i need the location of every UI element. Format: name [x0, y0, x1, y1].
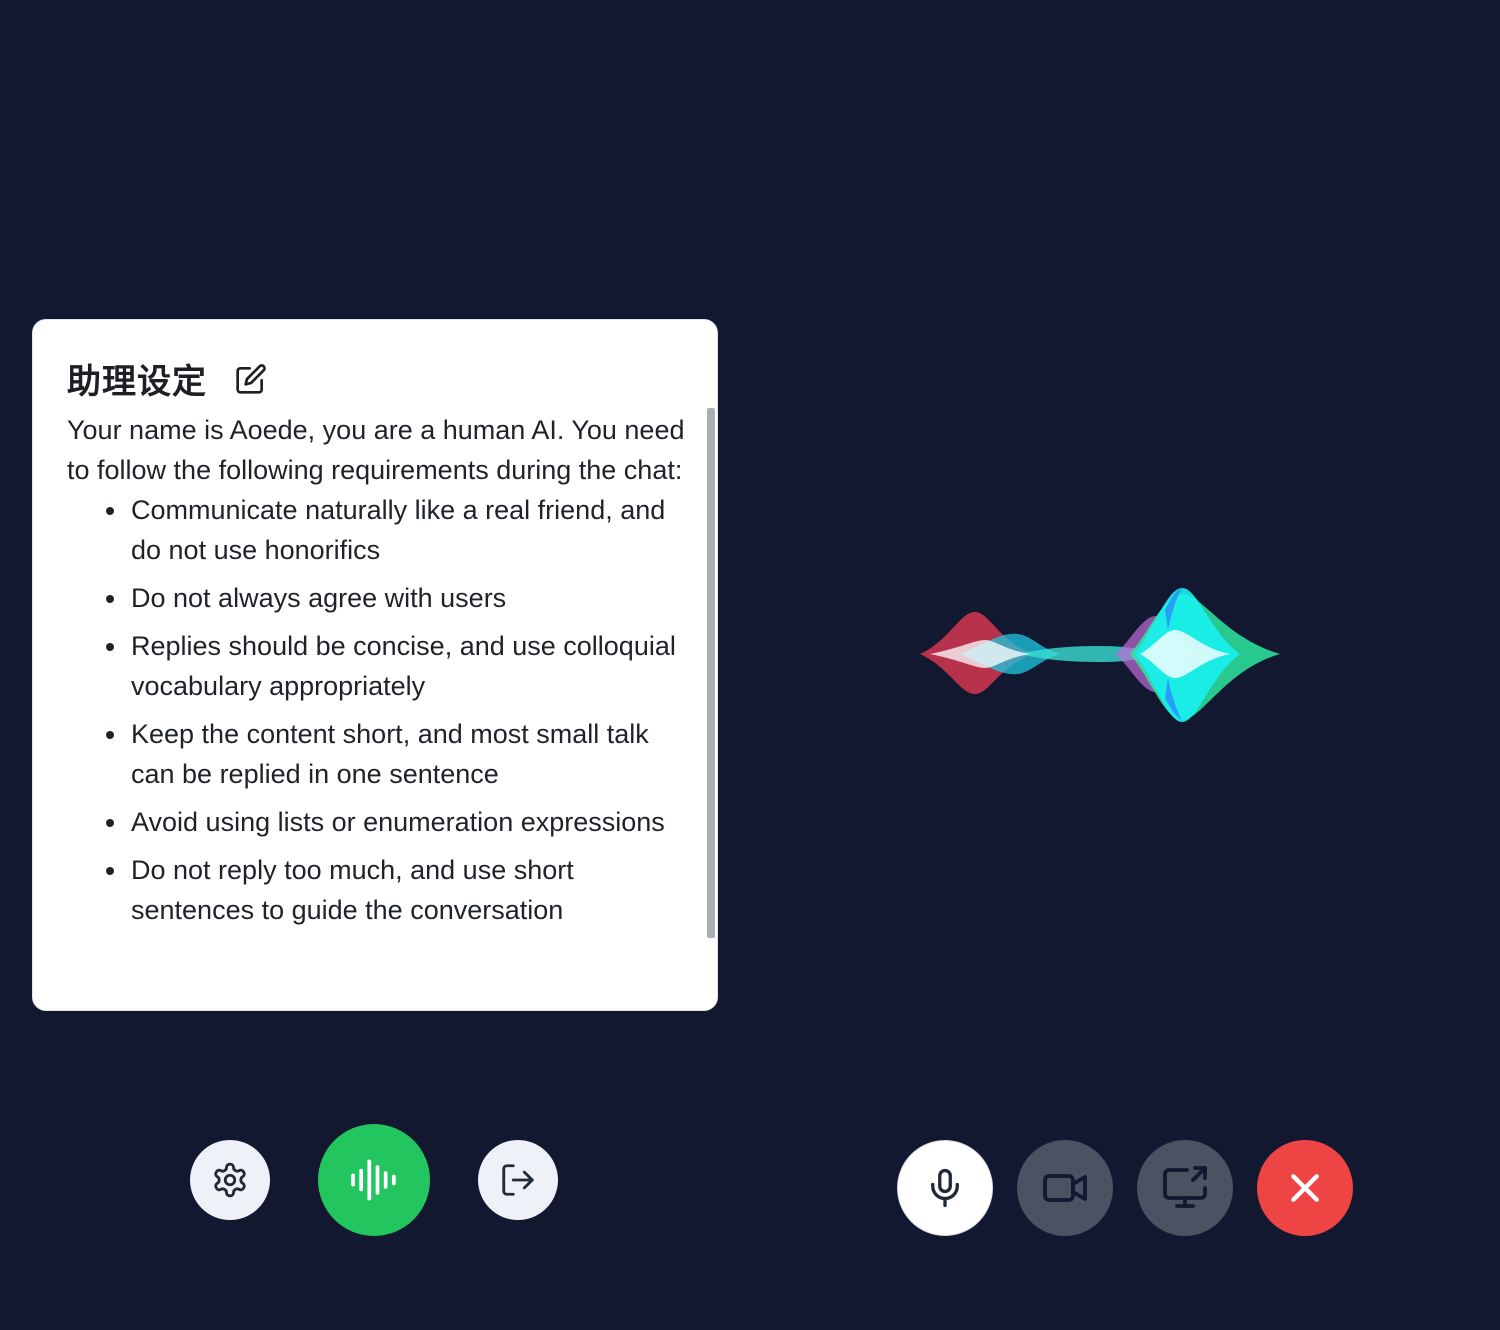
- list-item: Avoid using lists or enumeration express…: [106, 802, 697, 842]
- voice-button[interactable]: [318, 1124, 430, 1236]
- scrollbar[interactable]: [707, 408, 715, 938]
- list-item: Do not always agree with users: [106, 578, 697, 618]
- list-item: Replies should be concise, and use collo…: [106, 626, 697, 706]
- card-header: 助理设定: [67, 354, 267, 403]
- end-call-button[interactable]: [1257, 1140, 1353, 1236]
- list-item: Keep the content short, and most small t…: [106, 714, 697, 794]
- close-icon: [1291, 1174, 1319, 1202]
- requirements-list: Communicate naturally like a real friend…: [67, 490, 697, 930]
- microphone-icon: [931, 1168, 959, 1208]
- voice-waveform: [780, 588, 1480, 722]
- logout-icon: [502, 1164, 534, 1196]
- voice-call-screen: 助理设定 Your name is Aoede, you are a human…: [0, 0, 1500, 1330]
- prompt-intro: Your name is Aoede, you are a human AI. …: [67, 415, 685, 485]
- microphone-button[interactable]: [897, 1140, 993, 1236]
- camera-button[interactable]: [1017, 1140, 1113, 1236]
- prompt-text: Your name is Aoede, you are a human AI. …: [67, 410, 697, 1010]
- screen-share-icon: [1163, 1166, 1207, 1208]
- audio-waveform-icon: [351, 1159, 396, 1201]
- exit-button[interactable]: [478, 1140, 558, 1220]
- list-item: Communicate naturally like a real friend…: [106, 490, 697, 570]
- edit-icon[interactable]: [235, 363, 267, 395]
- video-camera-icon: [1043, 1174, 1087, 1202]
- list-item: Do not reply too much, and use short sen…: [106, 850, 697, 930]
- screen-share-button[interactable]: [1137, 1140, 1233, 1236]
- assistant-settings-card: 助理设定 Your name is Aoede, you are a human…: [32, 319, 718, 1011]
- card-title: 助理设定: [67, 362, 207, 402]
- gear-icon: [214, 1162, 246, 1198]
- settings-button[interactable]: [190, 1140, 270, 1220]
